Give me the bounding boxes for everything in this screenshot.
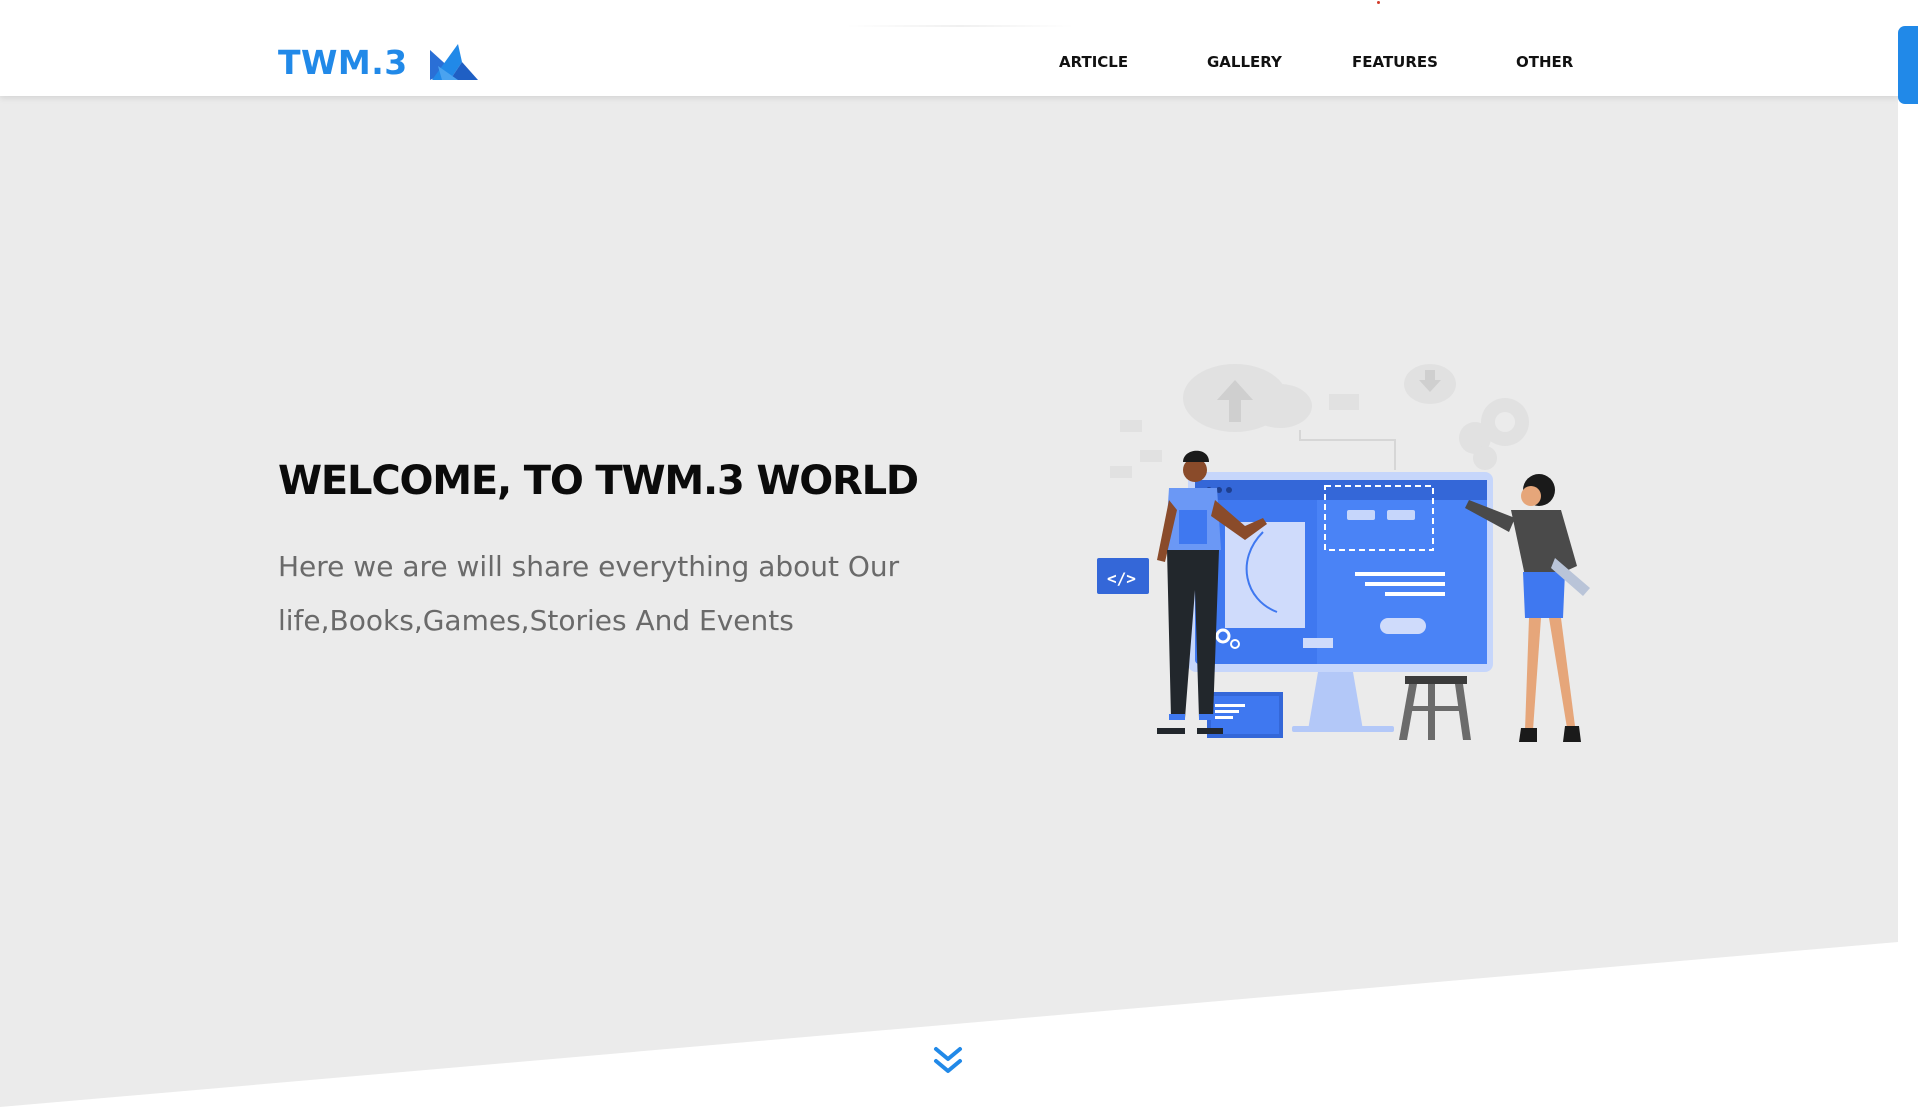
notification-dot [1377, 1, 1380, 4]
svg-text:</>: </> [1107, 569, 1136, 588]
page-scrollbar[interactable] [1898, 0, 1918, 1107]
nav-item-article[interactable]: ARTICLE [1059, 53, 1128, 71]
double-chevron-down-icon[interactable] [930, 1045, 966, 1077]
header-divider [845, 25, 1075, 27]
hero-title: WELCOME, TO TWM.3 WORLD [278, 458, 919, 504]
nav-item-features[interactable]: FEATURES [1352, 53, 1438, 71]
nav-item-other[interactable]: OTHER [1516, 53, 1573, 71]
scrollbar-thumb[interactable] [1898, 26, 1918, 104]
hero-illustration: </> [1097, 364, 1590, 742]
nav-item-gallery[interactable]: GALLERY [1207, 53, 1282, 71]
site-header: TWM.3 ARTICLE GALLERY FEATURES OTHER [0, 0, 1898, 96]
main-nav: ARTICLE GALLERY FEATURES OTHER [0, 53, 1898, 73]
hero-subtitle: Here we are will share everything about … [278, 550, 900, 637]
